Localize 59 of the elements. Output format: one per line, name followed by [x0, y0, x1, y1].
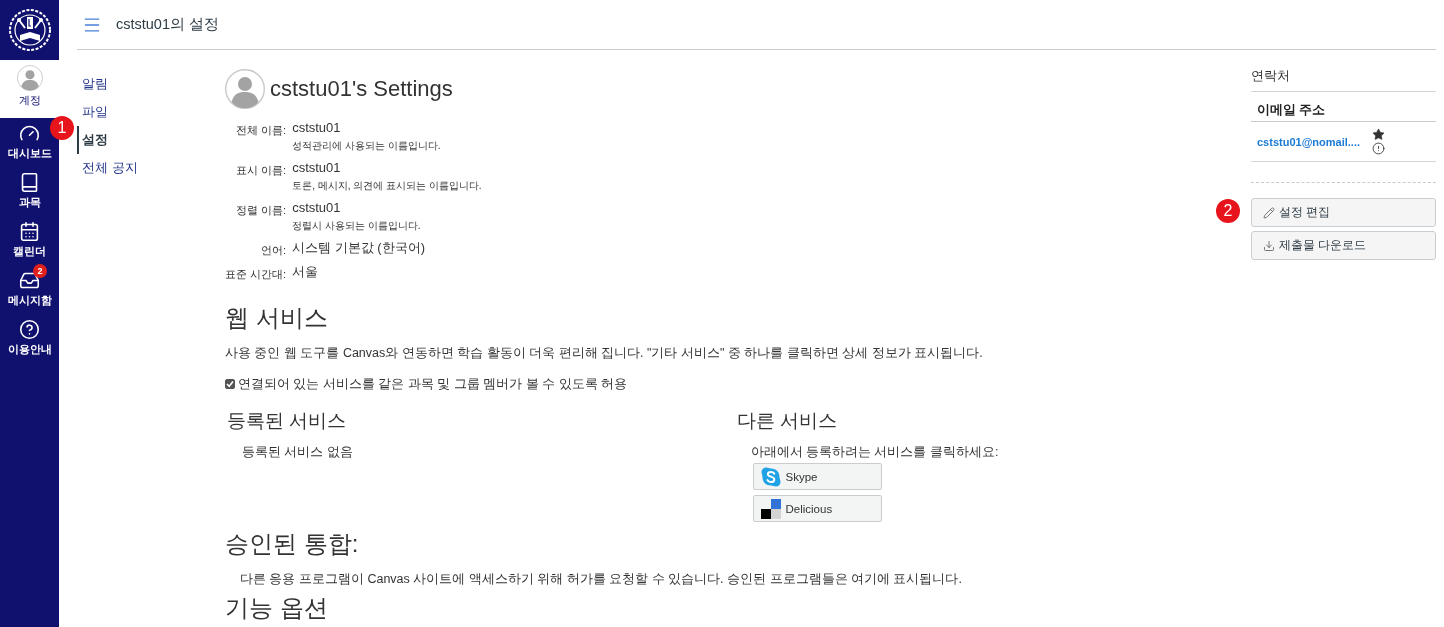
unread-count-badge: 2 — [33, 264, 47, 278]
field-value: cststu01 — [292, 159, 341, 177]
pencil-icon — [1263, 206, 1275, 219]
field-value: 서울 — [292, 263, 319, 281]
calendar-icon — [19, 221, 40, 242]
star-icon — [1372, 128, 1386, 141]
profile-avatar-icon — [225, 69, 265, 109]
field-label: 표준 시간대: — [225, 267, 287, 282]
annotation-marker: 1 — [50, 116, 74, 140]
field-value: cststu01 — [292, 199, 341, 217]
nav-item[interactable]: 과목 — [0, 167, 59, 216]
field-value: 시스템 기본값 (한국어) — [292, 239, 425, 257]
service-button[interactable]: Skype — [752, 463, 882, 490]
squares-logo-icon — [760, 498, 781, 519]
action-button[interactable]: 제출물 다운로드 — [1251, 231, 1436, 260]
sub-nav-link[interactable]: 파일 — [77, 98, 108, 126]
annotation-marker: 2 — [1216, 199, 1240, 223]
sub-nav-link[interactable]: 설정 — [77, 126, 108, 154]
field-label: 정렬 이름: — [235, 203, 287, 218]
column-header: 이메일 주소 — [1251, 92, 1436, 122]
nav-item[interactable]: 이용안내 — [0, 314, 59, 363]
section-description: 다른 응용 프로그램이 Canvas 사이트에 액세스하기 위해 허가를 요청할 수 있습니다. 승인된 프로그램들은 여기에 표시됩니다. — [240, 571, 962, 588]
service-button[interactable]: Delicious — [752, 495, 882, 522]
section-heading: 승인된 통합: — [225, 529, 359, 559]
crest-logo-icon[interactable] — [7, 8, 52, 52]
alert-circle-icon — [1372, 142, 1386, 155]
contacts-heading: 연락처 — [1251, 67, 1436, 92]
account-nav-item[interactable]: 계정 — [0, 60, 59, 118]
page-title: cststu01의 설정 — [116, 15, 220, 34]
instruction-text: 아래에서 등록하려는 서비스를 클릭하세요: — [750, 444, 999, 461]
section-description: 사용 중인 웹 도구를 Canvas와 연동하면 학습 활동이 더욱 편리해 집니다. "기타 서비스" 중 하나를 클릭하면 상세 정보가 표시됩니다. — [225, 345, 983, 362]
inbox-icon — [19, 270, 40, 291]
email-link[interactable]: cststu01@nomail.... — [1257, 135, 1361, 148]
subsection-heading: 등록된 서비스 — [227, 409, 347, 433]
field-value: cststu01 — [292, 119, 341, 137]
download-icon — [1263, 239, 1275, 252]
empty-state-text: 등록된 서비스 없음 — [242, 444, 353, 461]
sub-nav-link[interactable]: 알림 — [77, 70, 108, 98]
settings-title: cststu01's Settings — [270, 76, 453, 102]
help-icon — [19, 319, 40, 340]
checkbox-label: 연결되어 있는 서비스를 같은 과목 및 그룹 멤버가 볼 수 있도록 허용 — [238, 376, 628, 393]
field-label: 표시 이름: — [235, 163, 287, 178]
field-hint: 토론, 메시지, 의견에 표시되는 이름입니다. — [292, 179, 482, 193]
user-avatar-icon — [16, 65, 43, 91]
field-hint: 성적관리에 사용되는 이름입니다. — [292, 139, 441, 153]
subsection-heading: 다른 서비스 — [736, 409, 837, 433]
field-label: 언어: — [260, 243, 287, 258]
skype-logo-icon — [760, 466, 781, 487]
visibility-checkbox[interactable] — [225, 379, 235, 389]
nav-item[interactable]: 2 메시지함 — [0, 265, 59, 314]
book-icon — [19, 172, 40, 193]
check-icon — [226, 380, 234, 388]
field-hint: 정렬시 사용되는 이름입니다. — [292, 219, 421, 233]
section-heading: 웹 서비스 — [225, 303, 328, 333]
sub-nav-link[interactable]: 전체 공지 — [77, 154, 138, 182]
section-heading: 기능 옵션 — [225, 593, 328, 623]
nav-item[interactable]: 캘린더 — [0, 216, 59, 265]
field-label: 전체 이름: — [235, 123, 287, 138]
action-button[interactable]: 설정 편집 — [1251, 198, 1436, 227]
